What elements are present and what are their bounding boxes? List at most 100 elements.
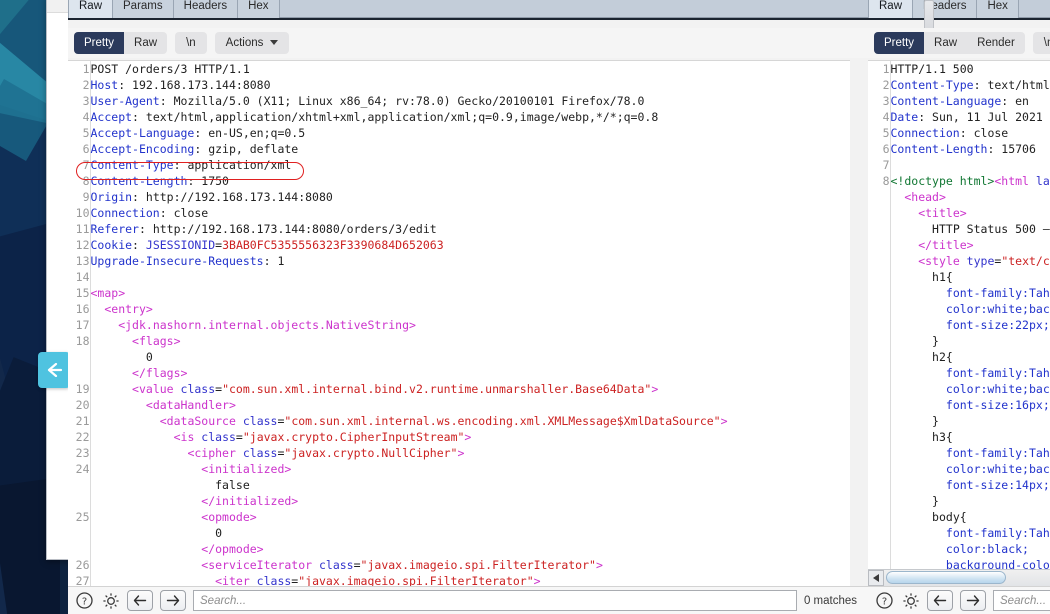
line-content: body{ bbox=[890, 509, 1050, 525]
token: : text/html;cha bbox=[973, 78, 1050, 92]
code-line: font-family:Tahoma, bbox=[868, 365, 1050, 381]
burp-repeater-window: Raw Params Headers Hex Raw Headers Hex Pretty… bbox=[68, 0, 1050, 614]
token: <title> bbox=[918, 206, 967, 220]
search-prev-button[interactable] bbox=[927, 590, 953, 611]
gear-icon[interactable] bbox=[101, 591, 120, 610]
request-editor[interactable]: 1 POST /orders/3 HTTP/1.1 2 Host: 192.168.1… bbox=[68, 60, 850, 586]
request-mode-raw[interactable]: Raw bbox=[124, 32, 168, 54]
code-line: 0 bbox=[68, 349, 728, 365]
question-mark-icon[interactable]: ? bbox=[75, 591, 94, 610]
line-number: 18 bbox=[68, 333, 91, 349]
token: color:black; bbox=[945, 542, 1029, 556]
token: class bbox=[201, 430, 236, 444]
token: <style bbox=[918, 254, 967, 268]
token: <html bbox=[994, 174, 1036, 188]
request-newline-button[interactable]: \n bbox=[175, 32, 207, 54]
line-content: </initialized> bbox=[90, 493, 728, 509]
line-content: color:white;backgro bbox=[890, 381, 1050, 397]
token: > bbox=[464, 430, 472, 444]
line-content: <jdk.nashorn.internal.objects.NativeStri… bbox=[90, 317, 728, 333]
code-line: body{ bbox=[868, 509, 1050, 525]
line-number: 3 bbox=[868, 93, 891, 109]
response-tab-bar: Raw Headers Hex bbox=[868, 0, 1050, 20]
token: <!doctype html> bbox=[890, 174, 995, 188]
request-tab-headers[interactable]: Headers bbox=[172, 0, 239, 18]
token: h1{ bbox=[932, 270, 953, 284]
code-line: 10 Connection: close bbox=[68, 205, 728, 221]
code-line: 11 Referer: http://192.168.173.144:8080/o… bbox=[68, 221, 728, 237]
request-actions-button[interactable]: Actions bbox=[214, 32, 290, 54]
token: font-family:Tahoma, bbox=[945, 286, 1050, 300]
line-number bbox=[868, 509, 891, 525]
request-search-input[interactable] bbox=[193, 590, 797, 611]
request-editor-toolbar: Pretty Raw \n Actions bbox=[68, 28, 868, 58]
token: <serviceIterator bbox=[201, 558, 319, 572]
scrollbar-thumb[interactable] bbox=[886, 571, 1006, 584]
line-content: <opmode> bbox=[90, 509, 728, 525]
response-mode-raw[interactable]: Raw bbox=[924, 32, 968, 54]
line-number bbox=[868, 253, 891, 269]
line-number bbox=[868, 413, 891, 429]
response-mode-pretty[interactable]: Pretty bbox=[874, 32, 925, 54]
search-next-button[interactable] bbox=[960, 590, 986, 611]
token: type bbox=[966, 254, 995, 268]
token: Referer bbox=[90, 222, 139, 236]
response-tab-headers[interactable]: Headers bbox=[912, 0, 978, 18]
code-line: font-size:14px; bbox=[868, 477, 1050, 493]
token: color:white;backgro bbox=[945, 382, 1050, 396]
line-content: font-size:22px; bbox=[890, 317, 1050, 333]
request-tab-hex[interactable]: Hex bbox=[237, 0, 280, 18]
token: : close bbox=[159, 206, 209, 220]
token: h2{ bbox=[932, 350, 953, 364]
line-number bbox=[868, 205, 891, 221]
scroll-left-icon[interactable] bbox=[868, 570, 884, 586]
line-content: color:white;backgro bbox=[890, 301, 1050, 317]
request-tab-raw[interactable]: Raw bbox=[68, 0, 114, 18]
line-content: <serviceIterator class="javax.imageio.sp… bbox=[90, 557, 728, 573]
token: </flags> bbox=[132, 366, 188, 380]
collapse-panel-button[interactable] bbox=[38, 352, 70, 388]
code-line: 3 Content-Language: en bbox=[868, 93, 1050, 109]
request-view-mode-group[interactable]: Pretty Raw bbox=[74, 32, 168, 54]
request-tab-params[interactable]: Params bbox=[112, 0, 174, 18]
line-content: font-family:Tahoma, bbox=[890, 365, 1050, 381]
response-tab-raw[interactable]: Raw bbox=[868, 0, 914, 18]
gear-icon[interactable] bbox=[901, 591, 920, 610]
request-mode-pretty[interactable]: Pretty bbox=[74, 32, 125, 54]
svg-text:?: ? bbox=[82, 596, 87, 607]
response-newline-button[interactable]: \n bbox=[1032, 32, 1050, 54]
token: <jdk.nashorn.internal.objects.NativeStri… bbox=[118, 318, 416, 332]
code-line: font-size:16px; bbox=[868, 397, 1050, 413]
pane-divider-grip[interactable] bbox=[924, 0, 934, 30]
response-horizontal-scrollbar[interactable] bbox=[868, 569, 1050, 586]
token: lang bbox=[1035, 174, 1050, 188]
question-mark-icon[interactable]: ? bbox=[875, 591, 894, 610]
request-search-bar: ? 0 matches bbox=[68, 586, 868, 614]
code-line: </opmode> bbox=[68, 541, 728, 557]
response-tab-hex[interactable]: Hex bbox=[976, 0, 1019, 18]
line-content: font-size:16px; bbox=[890, 397, 1050, 413]
line-number: 7 bbox=[868, 157, 891, 173]
line-content: Referer: http://192.168.173.144:8080/ord… bbox=[90, 221, 728, 237]
code-line: 16 <entry> bbox=[68, 301, 728, 317]
line-number bbox=[868, 429, 891, 445]
line-number: 20 bbox=[68, 397, 91, 413]
response-editor[interactable]: 1HTTP/1.1 5002Content-Type: text/html;ch… bbox=[868, 60, 1050, 586]
code-line: color:black; bbox=[868, 541, 1050, 557]
search-next-button[interactable] bbox=[160, 590, 186, 611]
line-content: font-family:Tahoma, bbox=[890, 525, 1050, 541]
line-content: <flags> bbox=[90, 333, 728, 349]
search-prev-button[interactable] bbox=[127, 590, 153, 611]
code-line: 2Content-Type: text/html;cha bbox=[868, 77, 1050, 93]
token: Content-Language bbox=[890, 94, 1002, 108]
line-content: </opmode> bbox=[90, 541, 728, 557]
line-number bbox=[68, 525, 91, 541]
token: <head> bbox=[904, 190, 946, 204]
line-content: <map> bbox=[90, 285, 728, 301]
request-tab-bar: Raw Params Headers Hex bbox=[68, 0, 868, 20]
response-view-mode-group[interactable]: Pretty Raw Render bbox=[874, 32, 1025, 54]
response-mode-render[interactable]: Render bbox=[967, 32, 1025, 54]
token: </initialized> bbox=[201, 494, 299, 508]
response-search-input[interactable] bbox=[993, 590, 1050, 611]
token: Connection bbox=[90, 206, 160, 220]
